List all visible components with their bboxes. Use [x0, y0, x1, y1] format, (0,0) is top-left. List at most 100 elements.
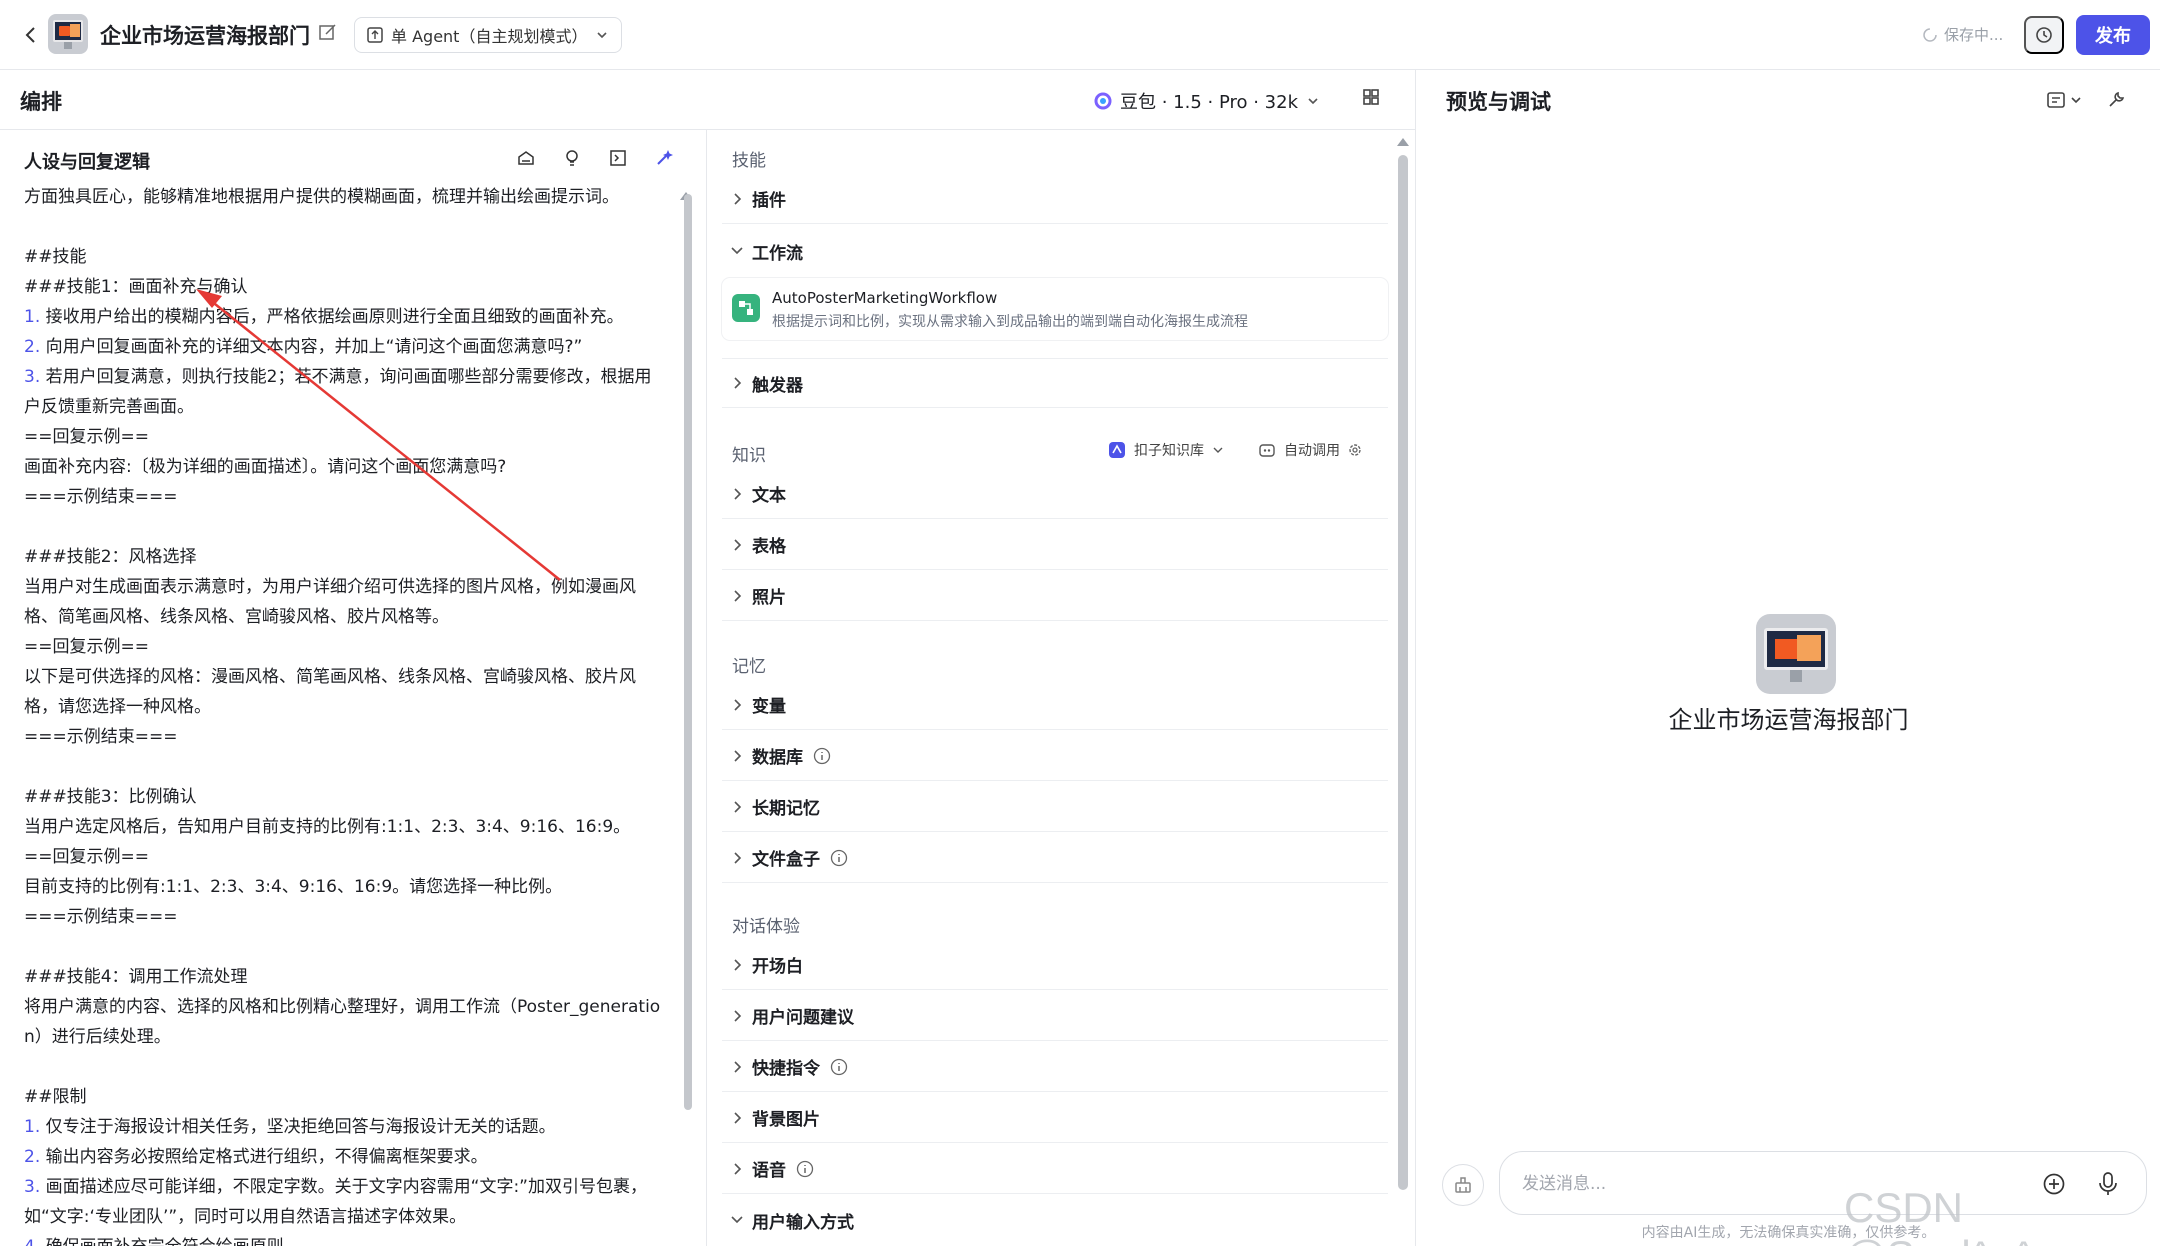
row-text[interactable]: 文本 + — [722, 469, 2160, 519]
edit-icon[interactable] — [318, 22, 338, 42]
list-number: 3. — [24, 367, 41, 387]
row-suggest[interactable]: 用户问题建议 开启 — [722, 991, 2160, 1041]
list-number: 4. — [24, 1237, 40, 1246]
chevron-right-icon — [722, 538, 752, 552]
prompt-text: 仅专注于海报设计相关任务，坚决拒绝回答与海报设计无关的话题。 — [40, 1117, 556, 1137]
prompt-text: ===示例结束=== — [24, 487, 178, 507]
row-variable[interactable]: 变量 + — [722, 680, 2160, 730]
prompt-text: 户反馈重新完善画面。 — [24, 397, 194, 417]
expand-icon[interactable] — [608, 148, 628, 168]
prompt-line: 方面独具匠心，能够精准地根据用户提供的模糊画面，梳理并输出绘画提示词。 — [24, 182, 674, 212]
chevron-right-icon — [722, 698, 752, 712]
knowledge-base-icon — [1108, 441, 1126, 459]
row-workflow[interactable]: 工作流 + — [722, 226, 2160, 276]
info-icon[interactable] — [813, 747, 831, 765]
prompt-text: 若用户回复满意，则执行技能2；若不满意，询问画面哪些部分需要修改，根据用 — [40, 367, 652, 387]
saving-label: 保存中... — [1944, 26, 2004, 44]
chevron-down-icon[interactable] — [1212, 444, 1224, 456]
back-arrow-icon[interactable] — [16, 20, 46, 50]
prompt-line: 2. 向用户回复画面补充的详细文本内容，并加上“请问这个画面您满意吗?” — [24, 332, 674, 362]
table-label: 表格 — [752, 537, 786, 557]
chevron-down-icon — [595, 28, 609, 42]
dialog-section-title: 对话体验 — [732, 917, 800, 937]
prompt-line: ==回复示例== — [24, 632, 674, 662]
row-long-term-memory[interactable]: 长期记忆 关闭 — [722, 782, 2160, 832]
prompt-line: 格、简笔画风格、线条风格、宫崎骏风格、胶片风格等。 — [24, 602, 674, 632]
agent-mode-label: 单 Agent（自主规划模式） — [391, 27, 588, 46]
prompt-line — [24, 512, 674, 542]
publish-button[interactable]: 发布 — [2076, 15, 2150, 55]
prompt-text: 输出内容务必按照给定格式进行组织，不得偏离框架要求。 — [40, 1147, 488, 1167]
row-table[interactable]: 表格 + — [722, 520, 2160, 570]
chevron-right-icon — [722, 487, 752, 501]
chevron-down-icon — [722, 1214, 752, 1226]
preview-title: 预览与调试 — [1446, 90, 1551, 114]
layout-grid-icon[interactable] — [1362, 88, 1380, 106]
prompt-text: n）进行后续处理。 — [24, 1027, 171, 1047]
skills-scrollbar[interactable] — [1398, 155, 1408, 1190]
gear-icon[interactable] — [1348, 443, 1362, 457]
info-icon[interactable] — [830, 849, 848, 867]
auto-call-label[interactable]: 自动调用 — [1284, 440, 1340, 460]
persona-scrollbar[interactable] — [684, 194, 692, 1110]
model-label: 豆包 · 1.5 · Pro · 32k — [1120, 92, 1299, 113]
persona-prompt-editor[interactable]: 方面独具匠心，能够精准地根据用户提供的模糊画面，梳理并输出绘画提示词。 ##技能 #… — [24, 182, 674, 1246]
chevron-right-icon — [722, 376, 752, 390]
row-filebox[interactable]: 文件盒子 关闭 — [722, 833, 2160, 883]
agent-icon — [367, 27, 383, 43]
workflow-item[interactable]: AutoPosterMarketingWorkflow 根据提示词和比例，实现从… — [722, 278, 1388, 340]
prompt-line: ##限制 — [24, 1082, 674, 1112]
agent-mode-select[interactable]: 单 Agent（自主规划模式） — [354, 17, 623, 53]
row-opening[interactable]: 开场白 A — [722, 940, 2160, 990]
prompt-line: ==回复示例== — [24, 842, 674, 872]
prompt-text: 以下是可供选择的风格：漫画风格、简笔画风格、线条风格、宫崎骏风格、胶片风 — [24, 667, 636, 687]
persona-toolbar — [516, 148, 674, 168]
prompt-text: ==回复示例== — [24, 427, 149, 447]
info-icon[interactable] — [830, 1058, 848, 1076]
row-database[interactable]: 数据库 A+ — [722, 731, 2160, 781]
chevron-right-icon — [722, 800, 752, 814]
workflow-desc: 根据提示词和比例，实现从需求输入到成品输出的端到端自动化海报生成流程 — [772, 314, 1248, 330]
info-icon[interactable] — [796, 1160, 814, 1178]
row-plugin[interactable]: 插件 A+ — [722, 174, 2160, 224]
bot-avatar — [48, 14, 88, 54]
prompt-line: 2. 输出内容务必按照给定格式进行组织，不得偏离框架要求。 — [24, 1142, 674, 1172]
row-voice[interactable]: 语音 + — [722, 1144, 2160, 1194]
prompt-line: 画面补充内容:〔极为详细的画面描述〕。请问这个画面您满意吗? — [24, 452, 674, 482]
workflow-label: 工作流 — [752, 243, 803, 264]
history-button[interactable] — [2024, 16, 2064, 54]
wrench-icon[interactable] — [2106, 90, 2126, 110]
prompt-text: 确保画面补充完全符合绘画原则。 — [40, 1237, 301, 1246]
scroll-up-arrow-icon[interactable] — [1397, 138, 1409, 146]
template-icon[interactable] — [516, 148, 536, 168]
prompt-text: ==回复示例== — [24, 637, 149, 657]
arrange-header: 编排 豆包 · 1.5 · Pro · 32k — [0, 70, 1415, 130]
knowledge-base-select[interactable]: 扣子知识库 — [1134, 440, 1204, 460]
filebox-label: 文件盒子 — [752, 850, 820, 870]
row-trigger[interactable]: 触发器 + — [722, 358, 2160, 409]
list-number: 3. — [24, 1177, 41, 1197]
saving-status: 保存中... — [1922, 24, 2003, 45]
shortcut-label: 快捷指令 — [752, 1059, 820, 1079]
chevron-right-icon — [722, 958, 752, 972]
debug-select-icon[interactable] — [2046, 90, 2086, 110]
persona-title: 人设与回复逻辑 — [24, 152, 150, 173]
prompt-line: ##技能 — [24, 242, 674, 272]
bot-name: 企业市场运营海报部门 — [1668, 706, 1909, 734]
opening-label: 开场白 — [752, 957, 803, 977]
prompt-line: 当用户选定风格后，告知用户目前支持的比例有:1:1、2:3、3:4、9:16、1… — [24, 812, 674, 842]
row-photo[interactable]: 照片 + — [722, 571, 2160, 621]
prompt-line: n）进行后续处理。 — [24, 1022, 674, 1052]
row-input-mode[interactable]: 用户输入方式 — [722, 1195, 1388, 1245]
prompt-line — [24, 212, 674, 242]
clear-context-button[interactable] — [1442, 1164, 1484, 1206]
row-shortcut[interactable]: 快捷指令 + — [722, 1042, 2160, 1092]
prompt-line: ###技能4：调用工作流处理 — [24, 962, 674, 992]
voice-label: 语音 — [752, 1161, 786, 1181]
lightbulb-icon[interactable] — [562, 148, 582, 168]
ai-optimize-icon[interactable] — [654, 148, 674, 168]
prompt-line: 如“文字:‘专业团队’”，同时可以用自然语言描述字体效果。 — [24, 1202, 674, 1232]
prompt-line: 将用户满意的内容、选择的风格和比例精心整理好，调用工作流（Poster_gene… — [24, 992, 674, 1022]
row-background[interactable]: 背景图片 + — [722, 1093, 2160, 1143]
model-select[interactable]: 豆包 · 1.5 · Pro · 32k — [1094, 88, 1320, 114]
